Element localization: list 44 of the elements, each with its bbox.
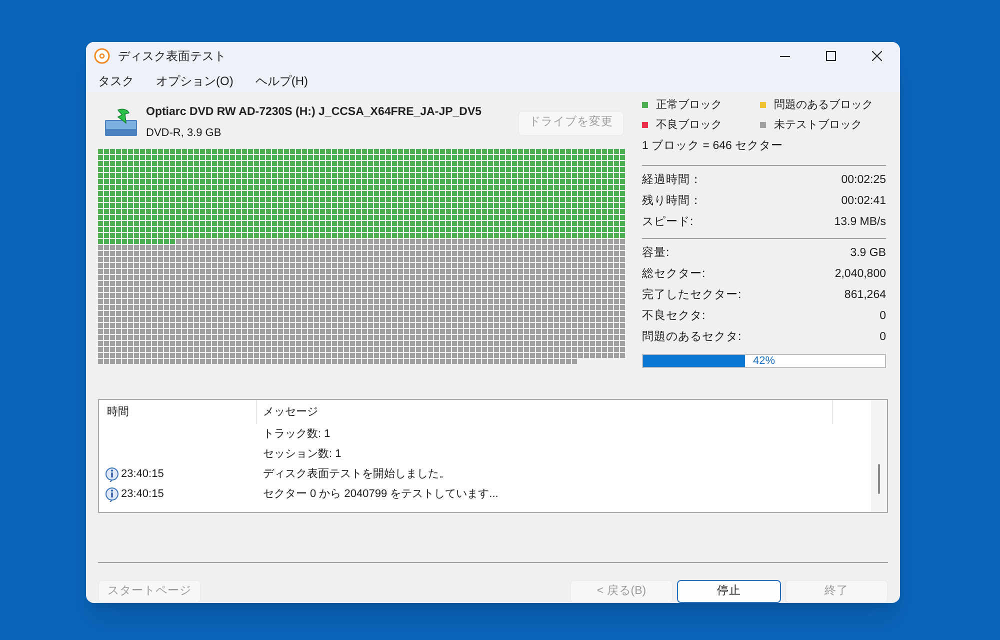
stat-value: 00:02:41 <box>841 194 886 210</box>
stat-label: 完了したセクター: <box>642 287 742 304</box>
menu-item[interactable]: ヘルプ(H) <box>249 72 314 90</box>
stat-value: 2,040,800 <box>834 267 886 282</box>
log-message: トラック数: 1 <box>262 426 330 442</box>
log-message: セッション数: 1 <box>262 446 342 462</box>
column-header[interactable]: 時間 <box>99 400 257 424</box>
legend-label: 正常ブロック <box>656 98 722 113</box>
drive-details: DVD-R, 3.9 GB <box>146 126 222 142</box>
drive-name: Optiarc DVD RW AD-7230S (H:) J_CCSA_X64FRE_JA-JP_DV5 <box>146 105 482 120</box>
block-size-text: 1 ブロック = 646 セクター <box>642 138 784 154</box>
log-time: 23:40:15 <box>121 486 164 502</box>
dialog-button[interactable]: 停止 <box>677 580 781 603</box>
menu-item[interactable]: タスク <box>92 72 140 90</box>
drive-icon <box>104 108 138 138</box>
legend-label: 未テストブロック <box>774 118 862 132</box>
stat-label: 残り時間： <box>642 194 702 210</box>
legend-label: 問題のあるブロック <box>774 98 873 113</box>
window-title: ディスク表面テスト <box>118 48 226 65</box>
stat-value: 00:02:25 <box>841 173 886 188</box>
stat-value: 0 <box>880 309 886 324</box>
close-icon <box>872 51 882 61</box>
log-message: セクター 0 から 2040799 をテストしています... <box>262 486 498 502</box>
info-icon <box>105 486 119 502</box>
stat-value: 3.9 GB <box>850 246 886 262</box>
log-time: 23:40:15 <box>121 466 164 482</box>
menu-item[interactable]: オプション(O) <box>150 72 240 90</box>
stat-label: 総セクター: <box>642 266 706 282</box>
stat-label: 問題のあるセクタ: <box>642 330 742 346</box>
stat-label: スピード: <box>642 215 694 230</box>
column-header[interactable]: メッセージ <box>257 400 833 424</box>
progress-label: 42% <box>752 355 776 368</box>
log-message: ディスク表面テストを開始しました。 <box>262 466 450 482</box>
info-icon <box>105 466 119 482</box>
maximize-icon <box>826 51 836 61</box>
stat-label: 経過時間： <box>642 172 702 188</box>
stat-value: 0 <box>880 330 886 346</box>
stat-value: 13.9 MB/s <box>834 215 886 230</box>
stat-label: 容量: <box>642 245 670 262</box>
disc-icon <box>94 48 110 64</box>
stat-label: 不良セクタ: <box>642 308 706 324</box>
scrollbar[interactable] <box>871 400 887 512</box>
stat-value: 861,264 <box>844 288 886 304</box>
legend-label: 不良ブロック <box>656 118 722 132</box>
